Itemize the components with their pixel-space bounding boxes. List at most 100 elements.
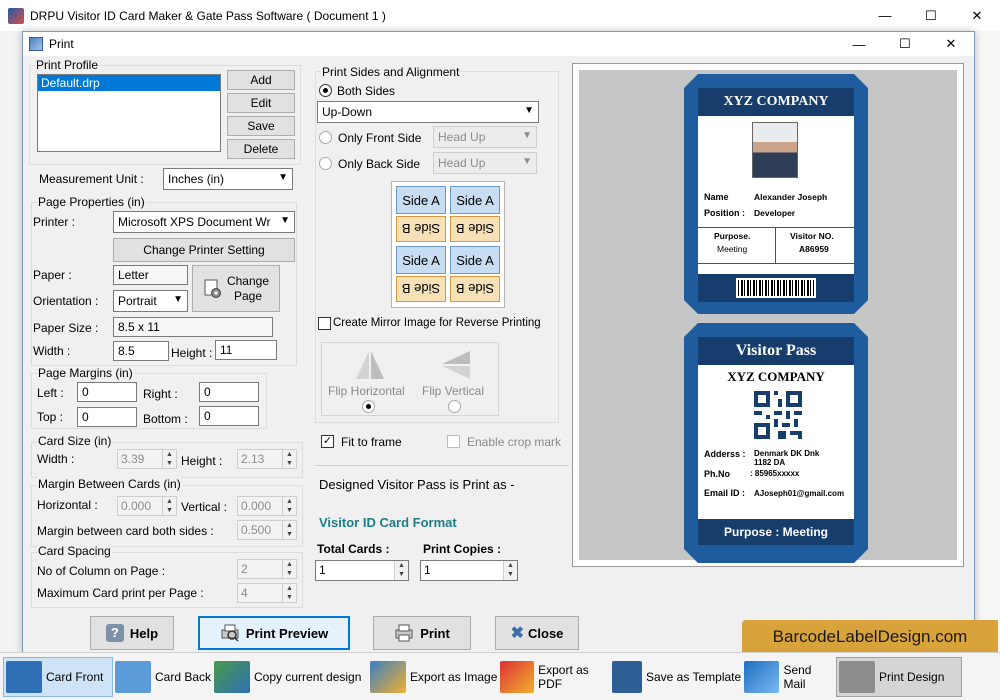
- margin-horizontal-value: 0.000: [121, 499, 152, 513]
- add-profile-button[interactable]: Add: [227, 70, 295, 90]
- margin-top-field[interactable]: 0: [77, 407, 137, 427]
- change-printer-setting-button[interactable]: Change Printer Setting: [113, 238, 295, 262]
- change-page-button[interactable]: Change Page: [192, 265, 280, 312]
- print-dialog: Print — ☐ ✕ Print Profile Default.drp Ad…: [22, 31, 975, 653]
- copy-design-tool[interactable]: Copy current design: [214, 657, 364, 697]
- print-preview-button[interactable]: Print Preview: [198, 616, 350, 650]
- print-design-tool[interactable]: Print Design: [836, 657, 962, 697]
- card-width-value: 3.39: [121, 452, 145, 466]
- edit-profile-button[interactable]: Edit: [227, 93, 295, 113]
- total-cards-stepper[interactable]: 1 ▲ ▼: [315, 560, 409, 581]
- side-b-tile: Side B: [396, 276, 446, 302]
- profile-list-item[interactable]: Default.drp: [38, 75, 220, 91]
- send-mail-label: Send Mail: [783, 663, 812, 691]
- export-image-tool[interactable]: Export as Image: [370, 657, 498, 697]
- chevron-down-icon: ▼: [278, 172, 288, 183]
- stepper-arrows-icon[interactable]: ▲ ▼: [282, 497, 296, 515]
- send-mail-tool[interactable]: Send Mail: [744, 657, 836, 697]
- export-pdf-tool[interactable]: Export as PDF: [500, 657, 612, 697]
- dialog-window-controls: — ☐ ✕: [836, 32, 974, 56]
- card-front-tool[interactable]: Card Front: [3, 657, 113, 697]
- delete-profile-button[interactable]: Delete: [227, 139, 295, 159]
- mirror-image-checkbox[interactable]: [318, 317, 331, 330]
- margin-both-sides-stepper[interactable]: 0.500 ▲ ▼: [237, 520, 297, 540]
- card-width-stepper[interactable]: 3.39 ▲ ▼: [117, 449, 177, 469]
- flip-vertical-radio[interactable]: [448, 400, 461, 413]
- flip-horizontal-icon: [356, 351, 384, 379]
- dialog-maximize-button[interactable]: ☐: [882, 32, 928, 56]
- margin-vertical-stepper[interactable]: 0.000 ▲ ▼: [237, 496, 297, 516]
- dialog-title: Print: [49, 37, 74, 51]
- help-icon: ?: [105, 624, 124, 642]
- margin-left-field[interactable]: 0: [77, 382, 137, 402]
- front-visitor-no-label: Visitor NO.: [790, 231, 834, 241]
- stepper-arrows-icon[interactable]: ▲ ▼: [503, 561, 517, 580]
- maximize-button[interactable]: ☐: [908, 0, 954, 31]
- divider: [315, 465, 569, 466]
- format-text: Visitor ID Card Format: [319, 515, 457, 530]
- stepper-arrows-icon[interactable]: ▲ ▼: [162, 450, 176, 468]
- back-company: XYZ COMPANY: [727, 369, 825, 384]
- only-front-radio[interactable]: [319, 131, 332, 144]
- fit-to-frame-checkbox[interactable]: ✓: [321, 435, 334, 448]
- only-front-select[interactable]: Head Up ▼: [433, 126, 537, 148]
- card-back-tool[interactable]: Card Back: [115, 657, 215, 697]
- front-purpose-label: Purpose.: [714, 231, 751, 241]
- close-button[interactable]: ✖ Close: [495, 616, 579, 650]
- print-copies-stepper[interactable]: 1 ▲ ▼: [420, 560, 518, 581]
- card-size-label: Card Size (in): [37, 434, 113, 448]
- crop-mark-checkbox[interactable]: [447, 435, 460, 448]
- export-pdf-label: Export as PDF: [538, 663, 589, 691]
- max-cards-stepper[interactable]: 4 ▲ ▼: [237, 583, 297, 603]
- only-back-select[interactable]: Head Up ▼: [433, 152, 537, 174]
- columns-stepper[interactable]: 2 ▲ ▼: [237, 559, 297, 579]
- copy-design-label: Copy current design: [254, 670, 362, 684]
- card-height-value: 2.13: [241, 452, 265, 466]
- dialog-close-button[interactable]: ✕: [928, 32, 974, 56]
- orientation-select[interactable]: Portrait ▼: [113, 290, 188, 312]
- both-sides-radio[interactable]: [319, 84, 332, 97]
- only-front-label: Only Front Side: [338, 131, 422, 145]
- export-image-label: Export as Image: [410, 670, 498, 684]
- minimize-button[interactable]: —: [862, 0, 908, 31]
- margin-horizontal-stepper[interactable]: 0.000 ▲ ▼: [117, 496, 177, 516]
- flip-horizontal-radio[interactable]: [362, 400, 375, 413]
- page-settings-icon: [203, 279, 223, 299]
- print-dialog-icon: [29, 37, 43, 51]
- stepper-arrows-icon[interactable]: ▲ ▼: [282, 521, 296, 539]
- stepper-arrows-icon[interactable]: ▲ ▼: [394, 561, 408, 580]
- stepper-arrows-icon[interactable]: ▲ ▼: [282, 584, 296, 602]
- margin-right-field[interactable]: 0: [199, 382, 259, 402]
- max-cards-label: Maximum Card print per Page :: [37, 586, 204, 600]
- print-button[interactable]: Print: [373, 616, 471, 650]
- printer-select[interactable]: Microsoft XPS Document Wr ▼: [113, 211, 295, 233]
- dialog-minimize-button[interactable]: —: [836, 32, 882, 56]
- page-height-field[interactable]: 11: [215, 340, 277, 360]
- save-template-tool[interactable]: Save as Template: [612, 657, 742, 697]
- paper-size-field[interactable]: 8.5 x 11: [113, 317, 273, 337]
- measurement-unit-select[interactable]: Inches (in) ▼: [163, 168, 293, 190]
- paper-field[interactable]: Letter: [113, 265, 188, 285]
- stepper-arrows-icon[interactable]: ▲ ▼: [282, 450, 296, 468]
- both-sides-select[interactable]: Up-Down ▼: [317, 101, 539, 123]
- page-width-field[interactable]: 8.5: [113, 341, 169, 361]
- columns-value: 2: [241, 562, 248, 576]
- stepper-arrows-icon[interactable]: ▲ ▼: [282, 560, 296, 578]
- flip-horizontal-label: Flip Horizontal: [328, 384, 405, 398]
- profile-list[interactable]: Default.drp: [37, 74, 221, 152]
- save-profile-button[interactable]: Save: [227, 116, 295, 136]
- chevron-down-icon: ▼: [280, 215, 290, 226]
- back-title-header: Visitor Pass: [698, 337, 854, 365]
- close-window-button[interactable]: ✕: [954, 0, 1000, 31]
- card-height-stepper[interactable]: 2.13 ▲ ▼: [237, 449, 297, 469]
- margin-bottom-field[interactable]: 0: [199, 406, 259, 426]
- change-page-line2: Page: [233, 288, 262, 303]
- help-button[interactable]: ? Help: [90, 616, 174, 650]
- total-cards-value: 1: [319, 563, 326, 577]
- mirror-image-label: Create Mirror Image for Reverse Printing: [333, 317, 541, 329]
- stepper-arrows-icon[interactable]: ▲ ▼: [162, 497, 176, 515]
- page-width-label: Width :: [33, 344, 71, 358]
- front-divider: [698, 227, 854, 228]
- only-back-radio[interactable]: [319, 157, 332, 170]
- app-logo-icon: [8, 7, 24, 24]
